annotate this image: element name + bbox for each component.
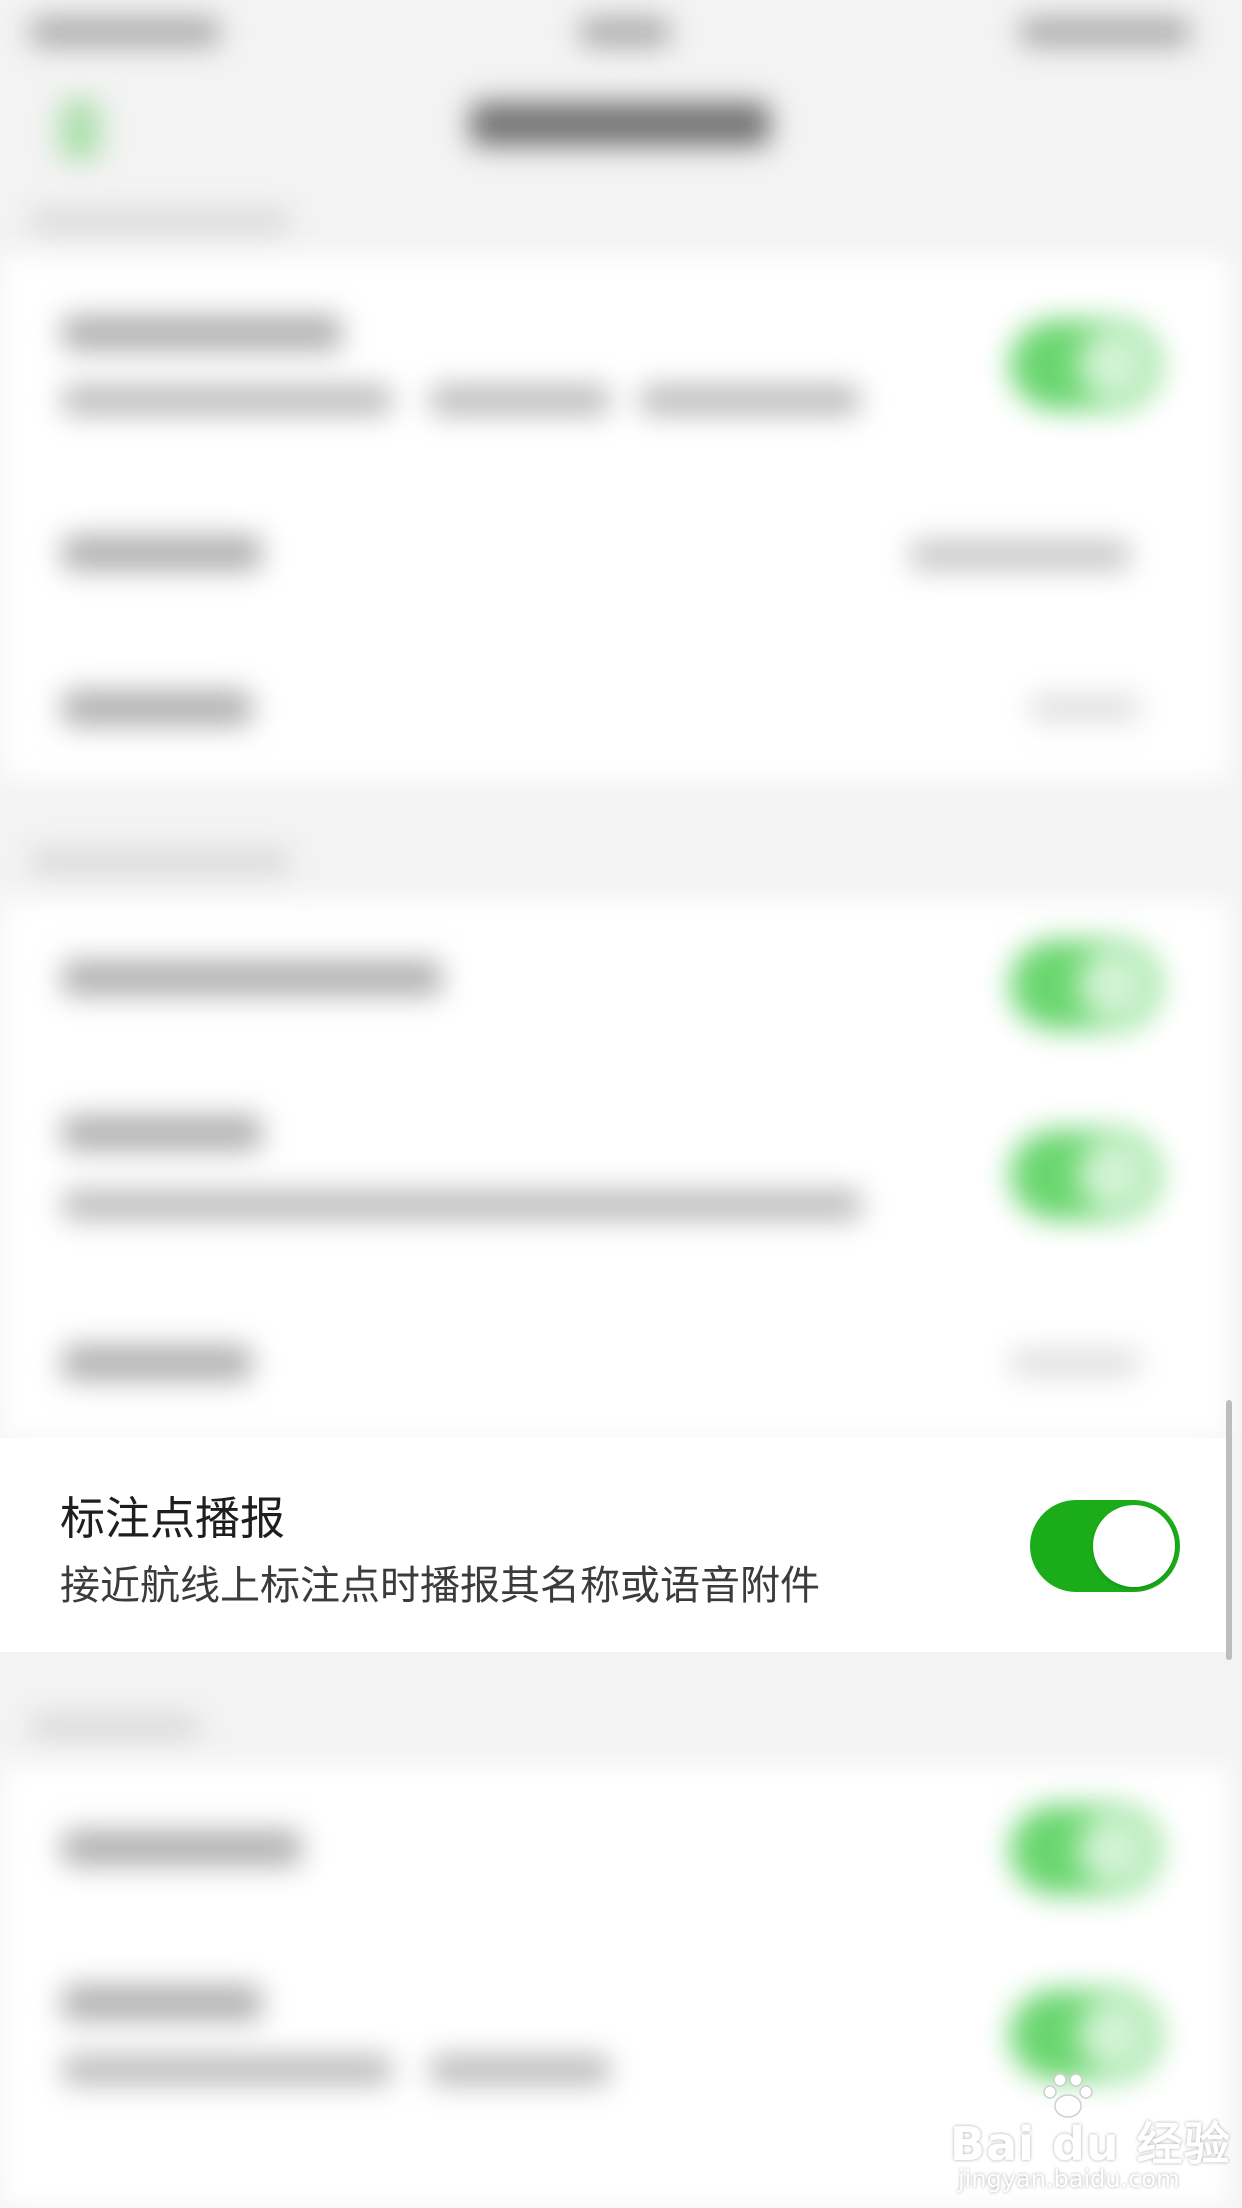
scrollbar[interactable] [1226, 1400, 1232, 1660]
setting-description: 接近航线上标注点时播报其名称或语音附件 [60, 1563, 820, 1609]
watermark-url: jingyan.baidu.com [958, 2165, 1180, 2193]
setting-row-waypoint-announcement[interactable]: 标注点播报 接近航线上标注点时播报其名称或语音附件 [0, 1438, 1226, 1652]
setting-title: 标注点播报 [60, 1492, 286, 1545]
blurred-background [0, 0, 1242, 2208]
baidu-jingyan-watermark: Bai du 经验 jingyan.baidu.com [950, 2070, 1230, 2193]
toggle-knob [1093, 1505, 1175, 1587]
settings-screen: 标注点播报 接近航线上标注点时播报其名称或语音附件 Bai du 经验 jing… [0, 0, 1242, 2208]
waypoint-announcement-toggle[interactable] [1030, 1500, 1180, 1592]
